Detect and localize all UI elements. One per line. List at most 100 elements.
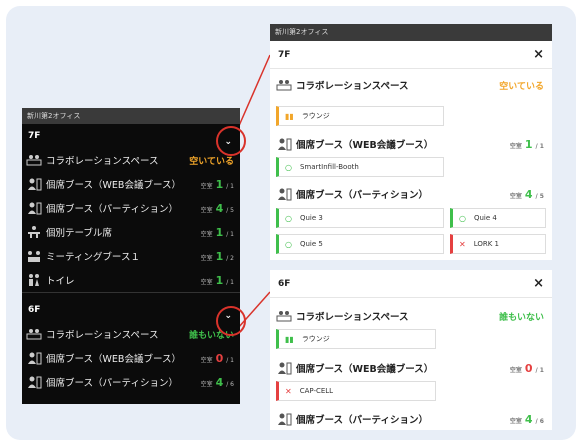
vacancy-total: / 1 xyxy=(226,278,234,286)
booth-icon xyxy=(278,362,292,375)
available-circle-icon: ○ xyxy=(285,213,292,223)
space-row: コラボレーションスペース 誰もいない xyxy=(270,304,552,328)
booth-icon xyxy=(28,376,42,389)
chip-label: ラウンジ xyxy=(301,335,330,343)
close-icon[interactable]: × xyxy=(533,41,544,69)
close-icon[interactable]: × xyxy=(533,270,544,298)
list-item[interactable]: ミーティングブース１ 空室 1/ 2 xyxy=(22,244,240,268)
space-chip[interactable]: ✕ LORK 1 xyxy=(450,234,546,254)
available-circle-icon: ○ xyxy=(285,239,292,249)
occupied-x-icon: ✕ xyxy=(285,386,292,396)
vacancy-count: 0 xyxy=(524,361,533,375)
space-name: 個席ブース（WEB会議ブース） xyxy=(46,180,181,191)
vacancy-count: 1 xyxy=(524,137,533,151)
space-name: 個席ブース（パーティション） xyxy=(296,190,428,201)
vacancy-caption: 空室 xyxy=(509,366,522,374)
vacancy-count: 1 xyxy=(215,177,224,191)
space-chip[interactable]: ✕ CAP-CELL xyxy=(276,381,436,401)
list-item[interactable]: 個席ブース（WEB会議ブース） 空室 0/ 1 xyxy=(22,346,240,370)
vacancy-caption: 空室 xyxy=(200,182,213,190)
status-text: 誰もいない xyxy=(499,312,544,323)
vacancy-caption: 空室 xyxy=(200,206,213,214)
table-icon xyxy=(28,226,40,238)
vacancy-caption: 空室 xyxy=(200,230,213,238)
vacancy-caption: 空室 xyxy=(200,254,213,262)
chip-label: ラウンジ xyxy=(301,112,330,120)
space-name: コラボレーションスペース xyxy=(46,156,159,167)
collab-space-icon xyxy=(26,155,42,166)
floor-label: 7F xyxy=(278,50,291,60)
available-circle-icon: ○ xyxy=(285,162,292,172)
list-item[interactable]: トイレ 空室 1/ 1 xyxy=(22,268,240,292)
space-chip[interactable]: ○ Quie 3 xyxy=(276,208,444,228)
booth-icon xyxy=(28,352,42,365)
space-chip[interactable]: ▮▮ ラウンジ xyxy=(276,106,444,126)
floor-header: 6F × xyxy=(270,270,552,298)
space-name: 個席ブース（パーティション） xyxy=(296,415,428,426)
highlight-circle-6f xyxy=(216,306,246,336)
chip-label: SmartInfill-Booth xyxy=(299,163,359,171)
space-row: 個席ブース（パーティション） 空室 4/ 6 xyxy=(270,407,552,431)
space-chip[interactable]: ○ Quie 4 xyxy=(450,208,546,228)
vacancy-caption: 空室 xyxy=(509,417,522,425)
available-circle-icon: ○ xyxy=(459,213,466,223)
space-name: 個席ブース（WEB会議ブース） xyxy=(296,364,434,375)
list-item[interactable]: 個席ブース（パーティション） 空室 4/ 5 xyxy=(22,196,240,220)
vacancy-total: / 5 xyxy=(226,206,234,214)
booth-icon xyxy=(278,413,292,426)
vacancy-total: / 2 xyxy=(226,254,234,262)
booth-icon xyxy=(278,188,292,201)
list-item[interactable]: 個別テーブル席 空室 1/ 1 xyxy=(22,220,240,244)
booth-icon xyxy=(28,178,42,191)
space-row: 個席ブース（パーティション） 空室 4/ 5 xyxy=(270,182,552,206)
floor-label: 6F xyxy=(28,305,41,315)
space-name: トイレ xyxy=(46,276,75,287)
vacancy-caption: 空室 xyxy=(509,192,522,200)
space-name: コラボレーションスペース xyxy=(46,330,159,341)
vacancy-count: 4 xyxy=(215,375,224,389)
toilet-icon xyxy=(29,274,39,286)
vacancy-count: 0 xyxy=(215,351,224,365)
list-item[interactable]: 個席ブース（WEB会議ブース） 空室 1/ 1 xyxy=(22,172,240,196)
space-name: 個席ブース（パーティション） xyxy=(46,204,178,215)
lounge-icon: ▮▮ xyxy=(285,334,294,344)
highlight-circle-7f xyxy=(216,126,246,156)
vacancy-total: / 6 xyxy=(535,417,544,425)
vacancy-total: / 1 xyxy=(226,230,234,238)
floor-label: 7F xyxy=(28,131,41,141)
space-row: 個席ブース（WEB会議ブース） 空室 1/ 1 xyxy=(270,132,552,156)
chip-label: Quie 5 xyxy=(299,240,323,248)
status-text: 空いている xyxy=(499,81,544,92)
floor-7f-detail-panel: 新川第2オフィス 7F × コラボレーションスペース 空いている ▮▮ ラウンジ… xyxy=(270,24,552,260)
space-name: ミーティングブース１ xyxy=(46,252,140,263)
space-chip[interactable]: ○ SmartInfill-Booth xyxy=(276,157,444,177)
floor-header: 7F × xyxy=(270,41,552,69)
list-item[interactable]: 個席ブース（パーティション） 空室 4/ 6 xyxy=(22,370,240,394)
space-name: 個席ブース（パーティション） xyxy=(46,378,178,389)
mobile-overview-panel: 新川第2オフィス 7F ⌄ コラボレーションスペース 空いている 個席ブース（W… xyxy=(22,108,240,404)
lounge-icon: ▮▮ xyxy=(285,111,294,121)
space-row: 個席ブース（WEB会議ブース） 空室 0/ 1 xyxy=(270,356,552,380)
space-chip[interactable]: ▮▮ ラウンジ xyxy=(276,329,436,349)
vacancy-total: / 1 xyxy=(535,142,544,150)
list-item[interactable]: コラボレーションスペース 空いている xyxy=(22,148,240,172)
collab-space-icon xyxy=(276,311,292,322)
vacancy-count: 1 xyxy=(215,225,224,239)
space-name: 個席ブース（WEB会議ブース） xyxy=(296,140,434,151)
floor-7f-header[interactable]: 7F ⌄ xyxy=(22,124,240,148)
occupied-x-icon: ✕ xyxy=(459,239,466,249)
vacancy-count: 4 xyxy=(524,187,533,201)
vacancy-total: / 1 xyxy=(226,182,234,190)
floor-6f-header[interactable]: 6F ⌄ xyxy=(22,298,240,322)
vacancy-total: / 6 xyxy=(226,380,234,388)
chip-label: Quie 3 xyxy=(299,214,323,222)
collab-space-icon xyxy=(26,329,42,340)
booth-icon xyxy=(28,202,42,215)
chip-label: CAP-CELL xyxy=(299,387,334,395)
vacancy-total: / 5 xyxy=(535,192,544,200)
space-chip[interactable]: ○ Quie 5 xyxy=(276,234,444,254)
vacancy-count: 1 xyxy=(215,249,224,263)
list-item[interactable]: コラボレーションスペース 誰もいない xyxy=(22,322,240,346)
chip-label: Quie 4 xyxy=(473,214,497,222)
chip-label: LORK 1 xyxy=(473,240,499,248)
